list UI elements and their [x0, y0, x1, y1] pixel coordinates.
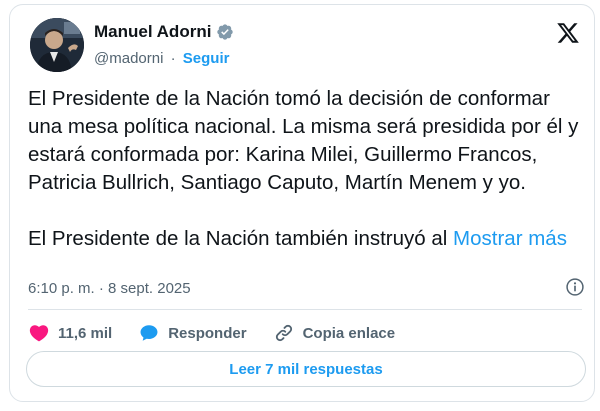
- copy-link-button[interactable]: Copia enlace: [273, 322, 396, 344]
- copy-link-label: Copia enlace: [302, 324, 396, 342]
- likes-count: 11,6 mil: [58, 324, 113, 342]
- user-handle[interactable]: @madorni: [94, 50, 163, 67]
- link-icon: [275, 324, 292, 342]
- reply-label: Responder: [168, 324, 247, 342]
- tweet-actions: 11,6 mil Responder Copia enlace: [28, 318, 421, 348]
- like-button[interactable]: 11,6 mil: [28, 322, 112, 344]
- x-logo-icon[interactable]: [556, 21, 580, 45]
- tweet-paragraph-2-text: El Presidente de la Nación también instr…: [28, 227, 454, 250]
- tweet-text: El Presidente de la Nación tomó la decis…: [28, 85, 588, 253]
- read-replies-label: Leer 7 mil respuestas: [229, 360, 383, 378]
- avatar-image: [30, 18, 84, 72]
- heart-icon: [29, 325, 49, 342]
- tweet-paragraph-1: El Presidente de la Nación tomó la decis…: [28, 87, 579, 194]
- divider: [28, 309, 582, 310]
- tweet-timestamp[interactable]: 6:10 p. m. · 8 sept. 2025: [28, 280, 191, 297]
- tweet-card: Manuel Adorni @madorni · Seguir El Presi…: [9, 4, 595, 402]
- info-icon[interactable]: [565, 277, 585, 297]
- show-more-link[interactable]: Mostrar más: [453, 227, 567, 250]
- reply-button[interactable]: Responder: [138, 322, 247, 344]
- user-name-text: Manuel Adorni: [94, 22, 212, 41]
- read-replies-button[interactable]: Leer 7 mil respuestas: [26, 351, 586, 387]
- follow-button[interactable]: Seguir: [183, 50, 230, 67]
- avatar[interactable]: [30, 18, 84, 72]
- handle-separator: ·: [170, 50, 176, 67]
- speech-bubble-icon: [140, 325, 158, 341]
- user-name[interactable]: Manuel Adorni: [94, 22, 234, 42]
- verified-badge-icon: [217, 24, 234, 40]
- handle-row: @madorni · Seguir: [94, 50, 229, 67]
- tweet-paragraph-2: El Presidente de la Nación también instr…: [28, 225, 588, 253]
